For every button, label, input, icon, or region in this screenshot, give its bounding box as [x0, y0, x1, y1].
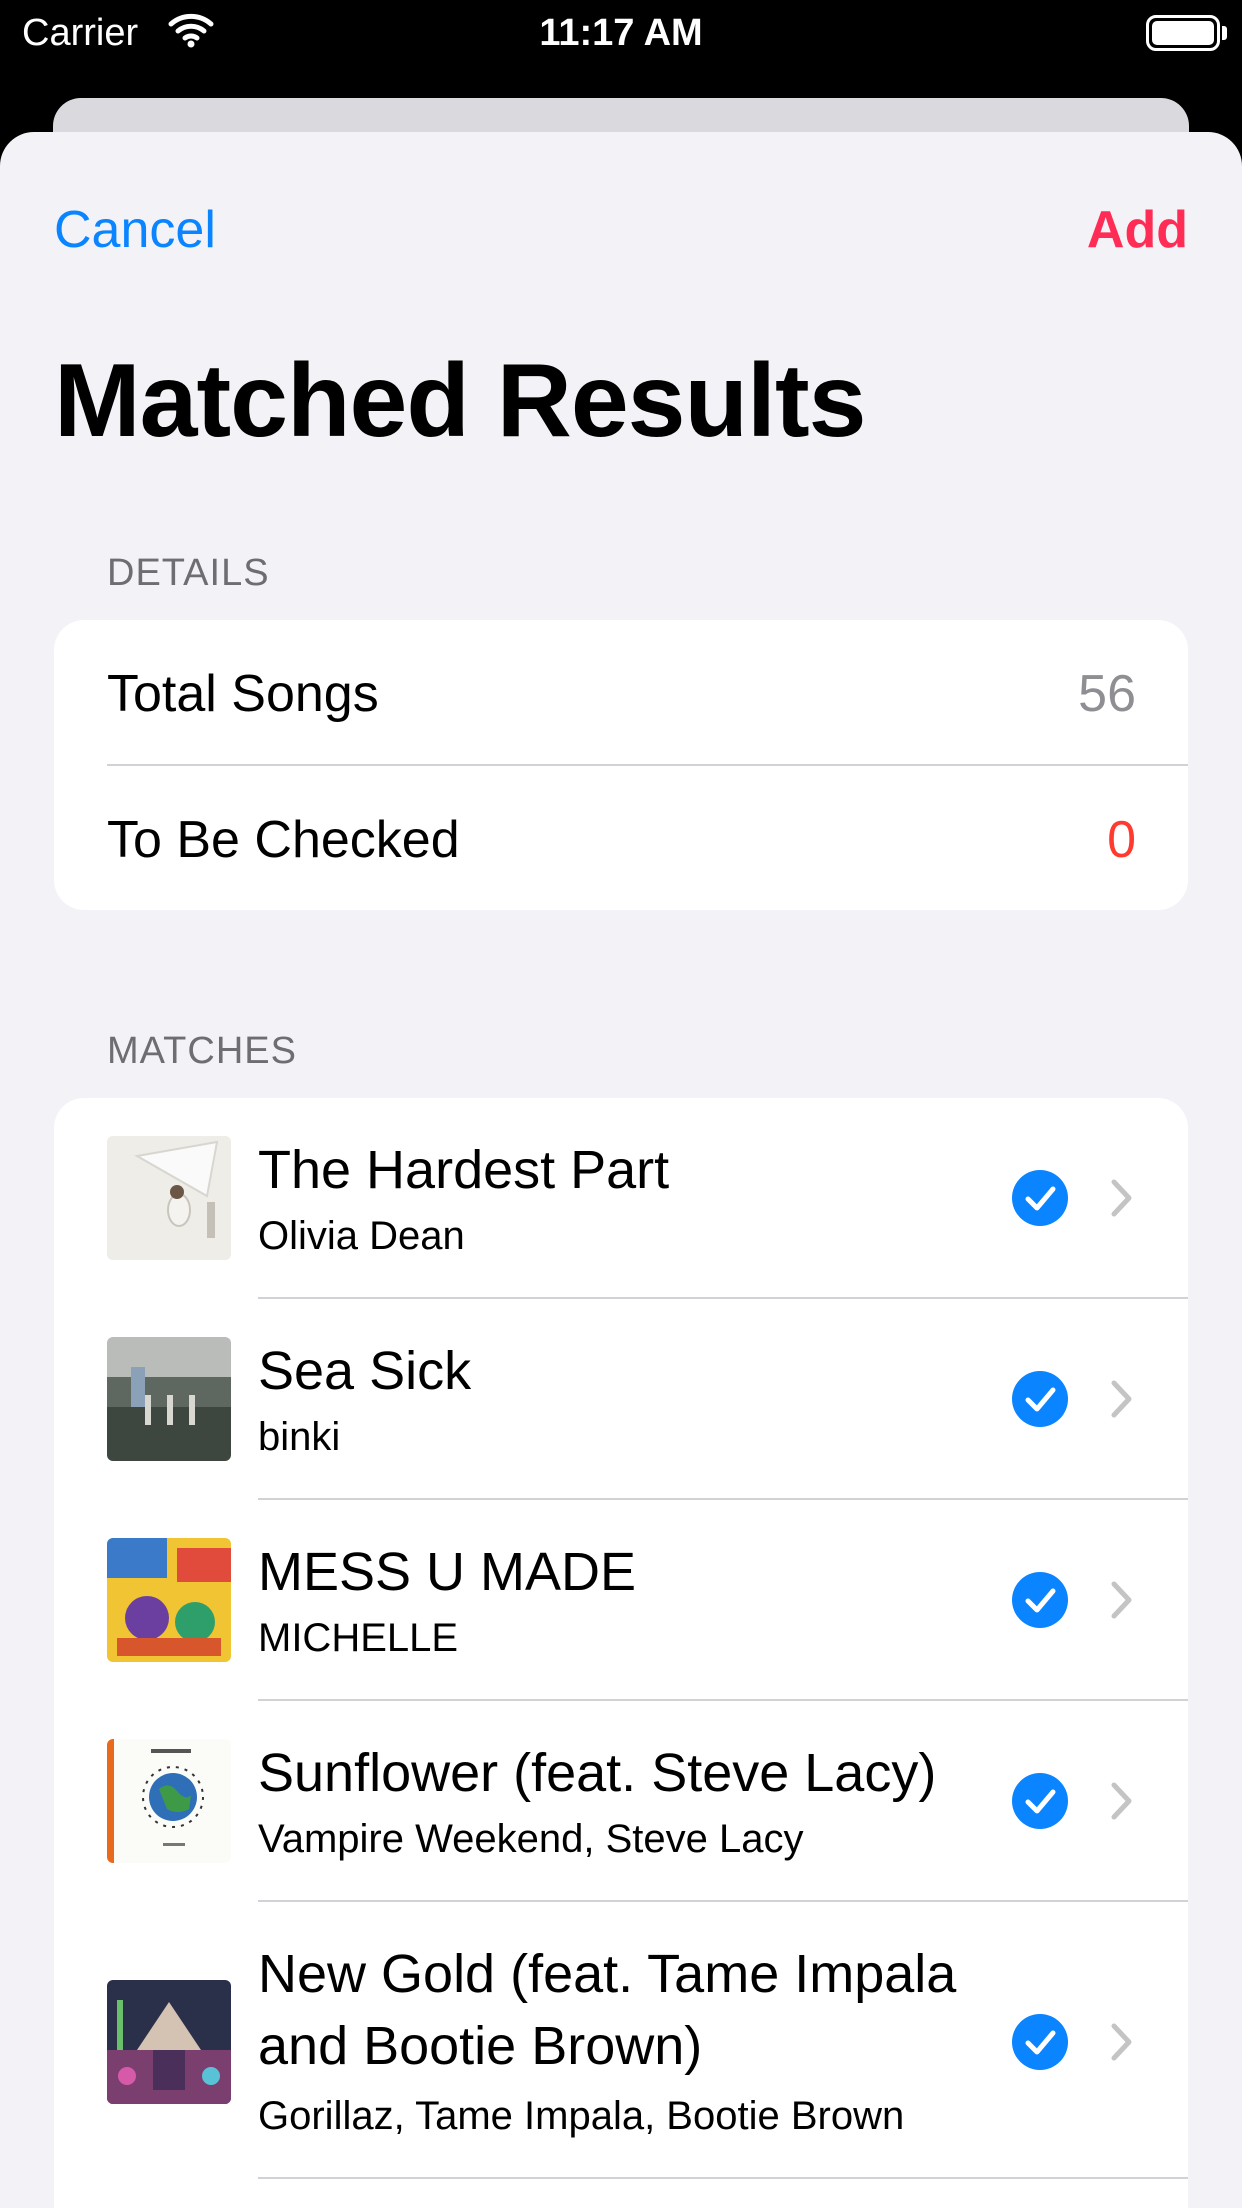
- total-songs-row: Total Songs 56: [54, 620, 1188, 766]
- album-art: [107, 1538, 231, 1662]
- matches-section-header: MATCHES: [107, 1030, 297, 1072]
- chevron-right-icon: [1104, 1173, 1138, 1223]
- details-group: Total Songs 56 To Be Checked 0: [54, 620, 1188, 910]
- checkmark-icon[interactable]: [1012, 1572, 1068, 1628]
- battery-icon: [1146, 15, 1220, 51]
- clock: 11:17 AM: [539, 12, 703, 54]
- matches-group: The Hardest Part Olivia Dean Sea Sick bi…: [54, 1098, 1188, 2208]
- cancel-button[interactable]: Cancel: [54, 200, 216, 260]
- to-be-checked-value: 0: [1107, 811, 1136, 869]
- chevron-right-icon: [1104, 2017, 1138, 2067]
- song-title: MESS U MADE: [258, 1542, 637, 1602]
- divider: [258, 2177, 1188, 2179]
- page-title: Matched Results: [54, 343, 866, 459]
- album-art: [107, 1337, 231, 1461]
- song-row[interactable]: The Hardest Part Olivia Dean: [54, 1098, 1188, 1298]
- to-be-checked-row: To Be Checked 0: [54, 766, 1188, 910]
- song-title: New Gold (feat. Tame Impala and Bootie B…: [258, 1944, 957, 2076]
- chevron-right-icon: [1104, 1575, 1138, 1625]
- battery-cap: [1222, 26, 1227, 40]
- chevron-right-icon: [1104, 1776, 1138, 1826]
- song-artist: Olivia Dean: [258, 1214, 465, 1258]
- song-artist: MICHELLE: [258, 1616, 459, 1660]
- song-row[interactable]: Sunflower (feat. Steve Lacy) Vampire Wee…: [54, 1701, 1188, 1901]
- album-art: [107, 1980, 231, 2104]
- total-songs-value: 56: [1078, 665, 1136, 723]
- add-button[interactable]: Add: [1087, 200, 1188, 260]
- song-row[interactable]: Sea Sick binki: [54, 1299, 1188, 1499]
- chevron-right-icon: [1104, 1374, 1138, 1424]
- to-be-checked-label: To Be Checked: [107, 811, 460, 869]
- checkmark-icon[interactable]: [1012, 1773, 1068, 1829]
- song-artist: Gorillaz, Tame Impala, Bootie Brown: [258, 2094, 905, 2138]
- checkmark-icon[interactable]: [1012, 1170, 1068, 1226]
- album-art: [107, 1739, 231, 1863]
- song-title: Sea Sick: [258, 1341, 472, 1401]
- details-section-header: DETAILS: [107, 552, 270, 594]
- song-title: The Hardest Part: [258, 1140, 670, 1200]
- checkmark-icon[interactable]: [1012, 2014, 1068, 2070]
- song-row[interactable]: New Gold (feat. Tame Impala and Bootie B…: [54, 1902, 1188, 2178]
- song-artist: Vampire Weekend, Steve Lacy: [258, 1817, 804, 1861]
- album-art: [107, 1136, 231, 1260]
- song-row[interactable]: MESS U MADE MICHELLE: [54, 1500, 1188, 1700]
- status-bar: Carrier 11:17 AM: [0, 0, 1242, 70]
- checkmark-icon[interactable]: [1012, 1371, 1068, 1427]
- song-artist: binki: [258, 1415, 341, 1459]
- song-title: Sunflower (feat. Steve Lacy): [258, 1743, 937, 1803]
- total-songs-label: Total Songs: [107, 665, 379, 723]
